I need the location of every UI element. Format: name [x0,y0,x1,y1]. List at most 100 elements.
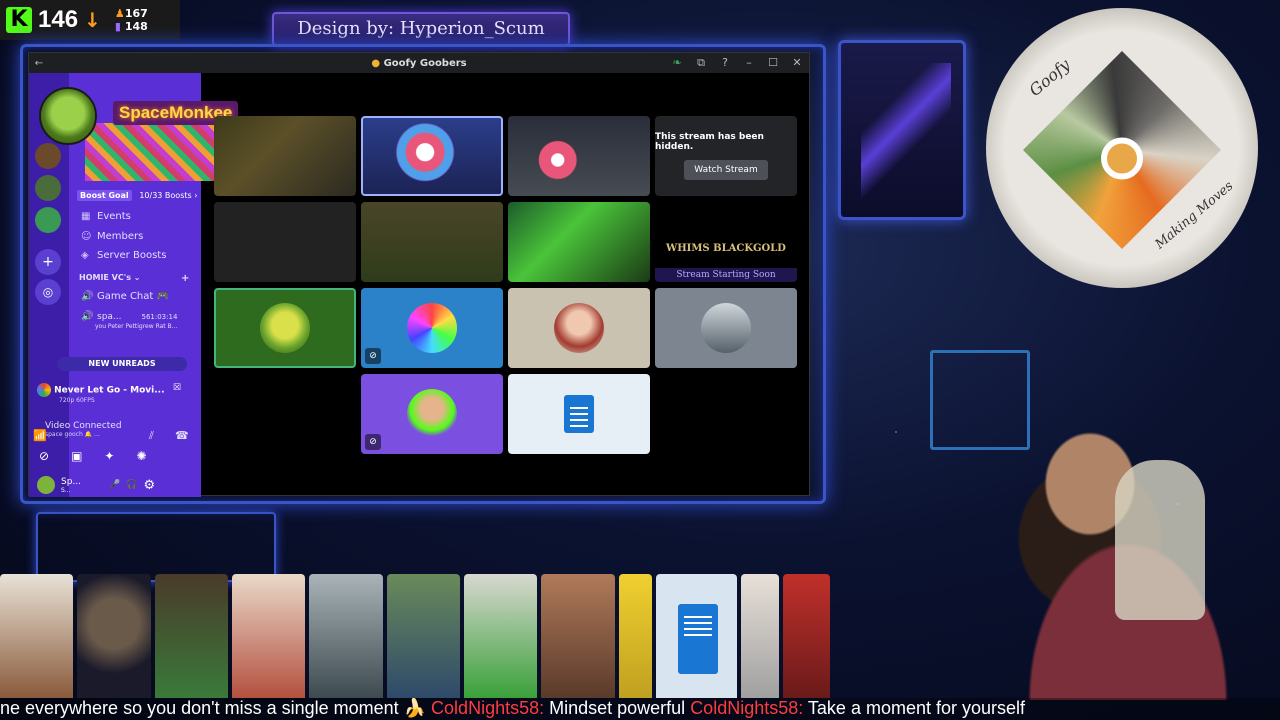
strip-avatar-6 [386,574,460,698]
voice-user-row[interactable]: 🔊 spa... 561:03:14 [81,311,177,322]
stream-tile-8[interactable]: WHIMS BLACKGOLD Stream Starting Soon [655,202,797,282]
channel-category[interactable]: HOMIE VC's ⌄ [79,273,140,282]
speaker-icon: 🔊 [81,311,94,322]
stream-tile-1[interactable] [214,116,356,196]
add-server-icon[interactable]: + [35,249,61,275]
speaker-icon: 🔊 [81,291,94,302]
stream-stats-bar: K 146 ↓ ♟167 ▮ 148 [0,0,180,40]
voice-user-status: you Peter Pettigrew Rat B... [95,323,178,330]
sidebar-item-members[interactable]: ☺ Members [81,231,143,242]
user-panel-name: Sp... [61,476,82,487]
participant-tile-2[interactable]: ⊘ [361,288,503,368]
soundboard-icon[interactable]: ✺ [136,449,146,463]
noise-icon[interactable]: ⫽ [149,429,154,443]
sidebar-item-label: Events [97,211,131,222]
activities-icon[interactable]: ✦ [104,449,114,463]
sub-count: 148 [124,20,148,33]
boost-goal-label: Boost Goal [77,190,132,201]
voice-controls: ⊘ ▣ ✦ ✺ [39,449,147,463]
inbox-icon[interactable]: ⧉ [689,56,713,70]
strip-avatar-12 [782,574,830,698]
voice-status-sub: space gooch 🔔 ... [45,431,100,438]
voice-status: Video Connected [45,421,122,431]
boost-progress: 10/33 Boosts › [139,191,198,200]
hidden-stream-tile: This stream has been hidden. Watch Strea… [655,116,797,196]
voice-timer: 561:03:14 [141,312,178,321]
server-icon-3[interactable] [35,207,61,233]
strip-avatar-8 [541,574,615,698]
strip-avatar-7 [463,574,538,698]
stream-tile-3[interactable] [508,116,650,196]
user-panel-text: Sp... S... [61,477,81,494]
now-playing-quality: 720p 60FPS [59,397,95,404]
minimize-button[interactable]: – [737,56,761,70]
server-icon-1[interactable] [35,143,61,169]
discover-icon[interactable]: ◎ [35,279,61,305]
headphones-icon[interactable]: 🎧 [126,480,137,490]
dna-helix-art [861,63,951,203]
leaf-icon[interactable]: ❧ [665,56,689,70]
window-controls: ❧ ⧉ ? – ☐ ✕ [665,56,809,70]
window-titlebar: ← ● Goofy Goobers ❧ ⧉ ? – ☐ ✕ [29,53,809,73]
back-arrow-icon[interactable]: ← [29,58,49,69]
now-playing[interactable]: Never Let Go - Movi... ☒ 720p 60FPS [37,383,197,404]
user-panel-status: S... [61,486,71,494]
participant-tile-4[interactable] [655,288,797,368]
close-icon[interactable]: ☒ [173,383,181,393]
document-audio-icon [564,395,594,433]
strip-avatar-5 [309,574,383,698]
participant-tile-1[interactable] [214,288,356,368]
participant-tile-6[interactable] [508,374,650,454]
gear-icon[interactable]: ⚙ [143,478,155,493]
sidebar-item-label: Server Boosts [97,250,167,261]
strip-avatar-1 [0,574,74,698]
chat-ticker: ne everywhere so you don't miss a single… [0,698,1280,720]
voice-channel-game-chat[interactable]: 🔊 Game Chat 🎮 [81,291,169,302]
avatar-strip [0,574,830,698]
avatar [260,303,310,353]
maximize-button[interactable]: ☐ [761,56,785,70]
screen-share-icon[interactable]: ▣ [71,449,82,463]
avatar [407,303,457,353]
stream-tile-5[interactable] [214,202,356,282]
discord-sidebar: + ◎ SpaceMonkee Boost Goal 10/33 Boosts … [29,73,239,497]
help-icon[interactable]: ? [713,56,737,70]
avatar [554,303,604,353]
design-credit-banner: Design by: Hyperion_Scum [272,12,570,46]
voice-user-name: spa... [97,311,122,322]
stream-tile-7[interactable] [508,202,650,282]
members-icon: ☺ [81,231,92,242]
mic-icon[interactable]: 🎤 [109,480,120,490]
new-unreads-pill[interactable]: NEW UNREADS [57,357,187,371]
blackgold-logo: WHIMS BLACKGOLD [666,243,786,254]
strip-avatar-3 [154,574,228,698]
follower-count: 167 [124,7,148,20]
participant-tile-3[interactable] [508,288,650,368]
server-emoji-icon: ● [371,57,381,69]
kick-logo-icon: K [6,7,32,33]
channel-label: Game Chat 🎮 [97,291,169,302]
viewer-count: 146 [38,6,79,33]
participant-tile-5[interactable]: ⊘ [361,374,503,454]
camera-off-icon[interactable]: ⊘ [39,449,49,463]
watch-stream-button[interactable]: Watch Stream [684,160,768,180]
disconnect-icon[interactable]: ☎ [175,429,189,442]
stream-tile-6[interactable] [361,202,503,282]
ticker-user-1: ColdNights58: [431,698,545,718]
stream-tile-2[interactable] [361,116,503,196]
add-channel-icon[interactable]: + [181,273,189,284]
server-icon-2[interactable] [35,175,61,201]
sidebar-item-server-boosts[interactable]: ◈ Server Boosts [81,250,166,261]
avatar[interactable] [37,476,55,494]
boost-icon: ◈ [81,250,89,261]
boost-goal[interactable]: Boost Goal 10/33 Boosts › [77,190,198,201]
avatar [701,303,751,353]
sidebar-item-events[interactable]: ▦ Events [81,211,131,222]
sidebar-item-label: Members [97,231,144,242]
close-button[interactable]: ✕ [785,56,809,70]
channel-logo-disc: Goofy Making Moves [986,8,1258,288]
strip-avatar-9 [618,574,653,698]
strip-avatar-2 [77,574,151,698]
stat-column: ♟167 ▮ 148 [115,7,148,33]
strip-avatar-4 [231,574,306,698]
